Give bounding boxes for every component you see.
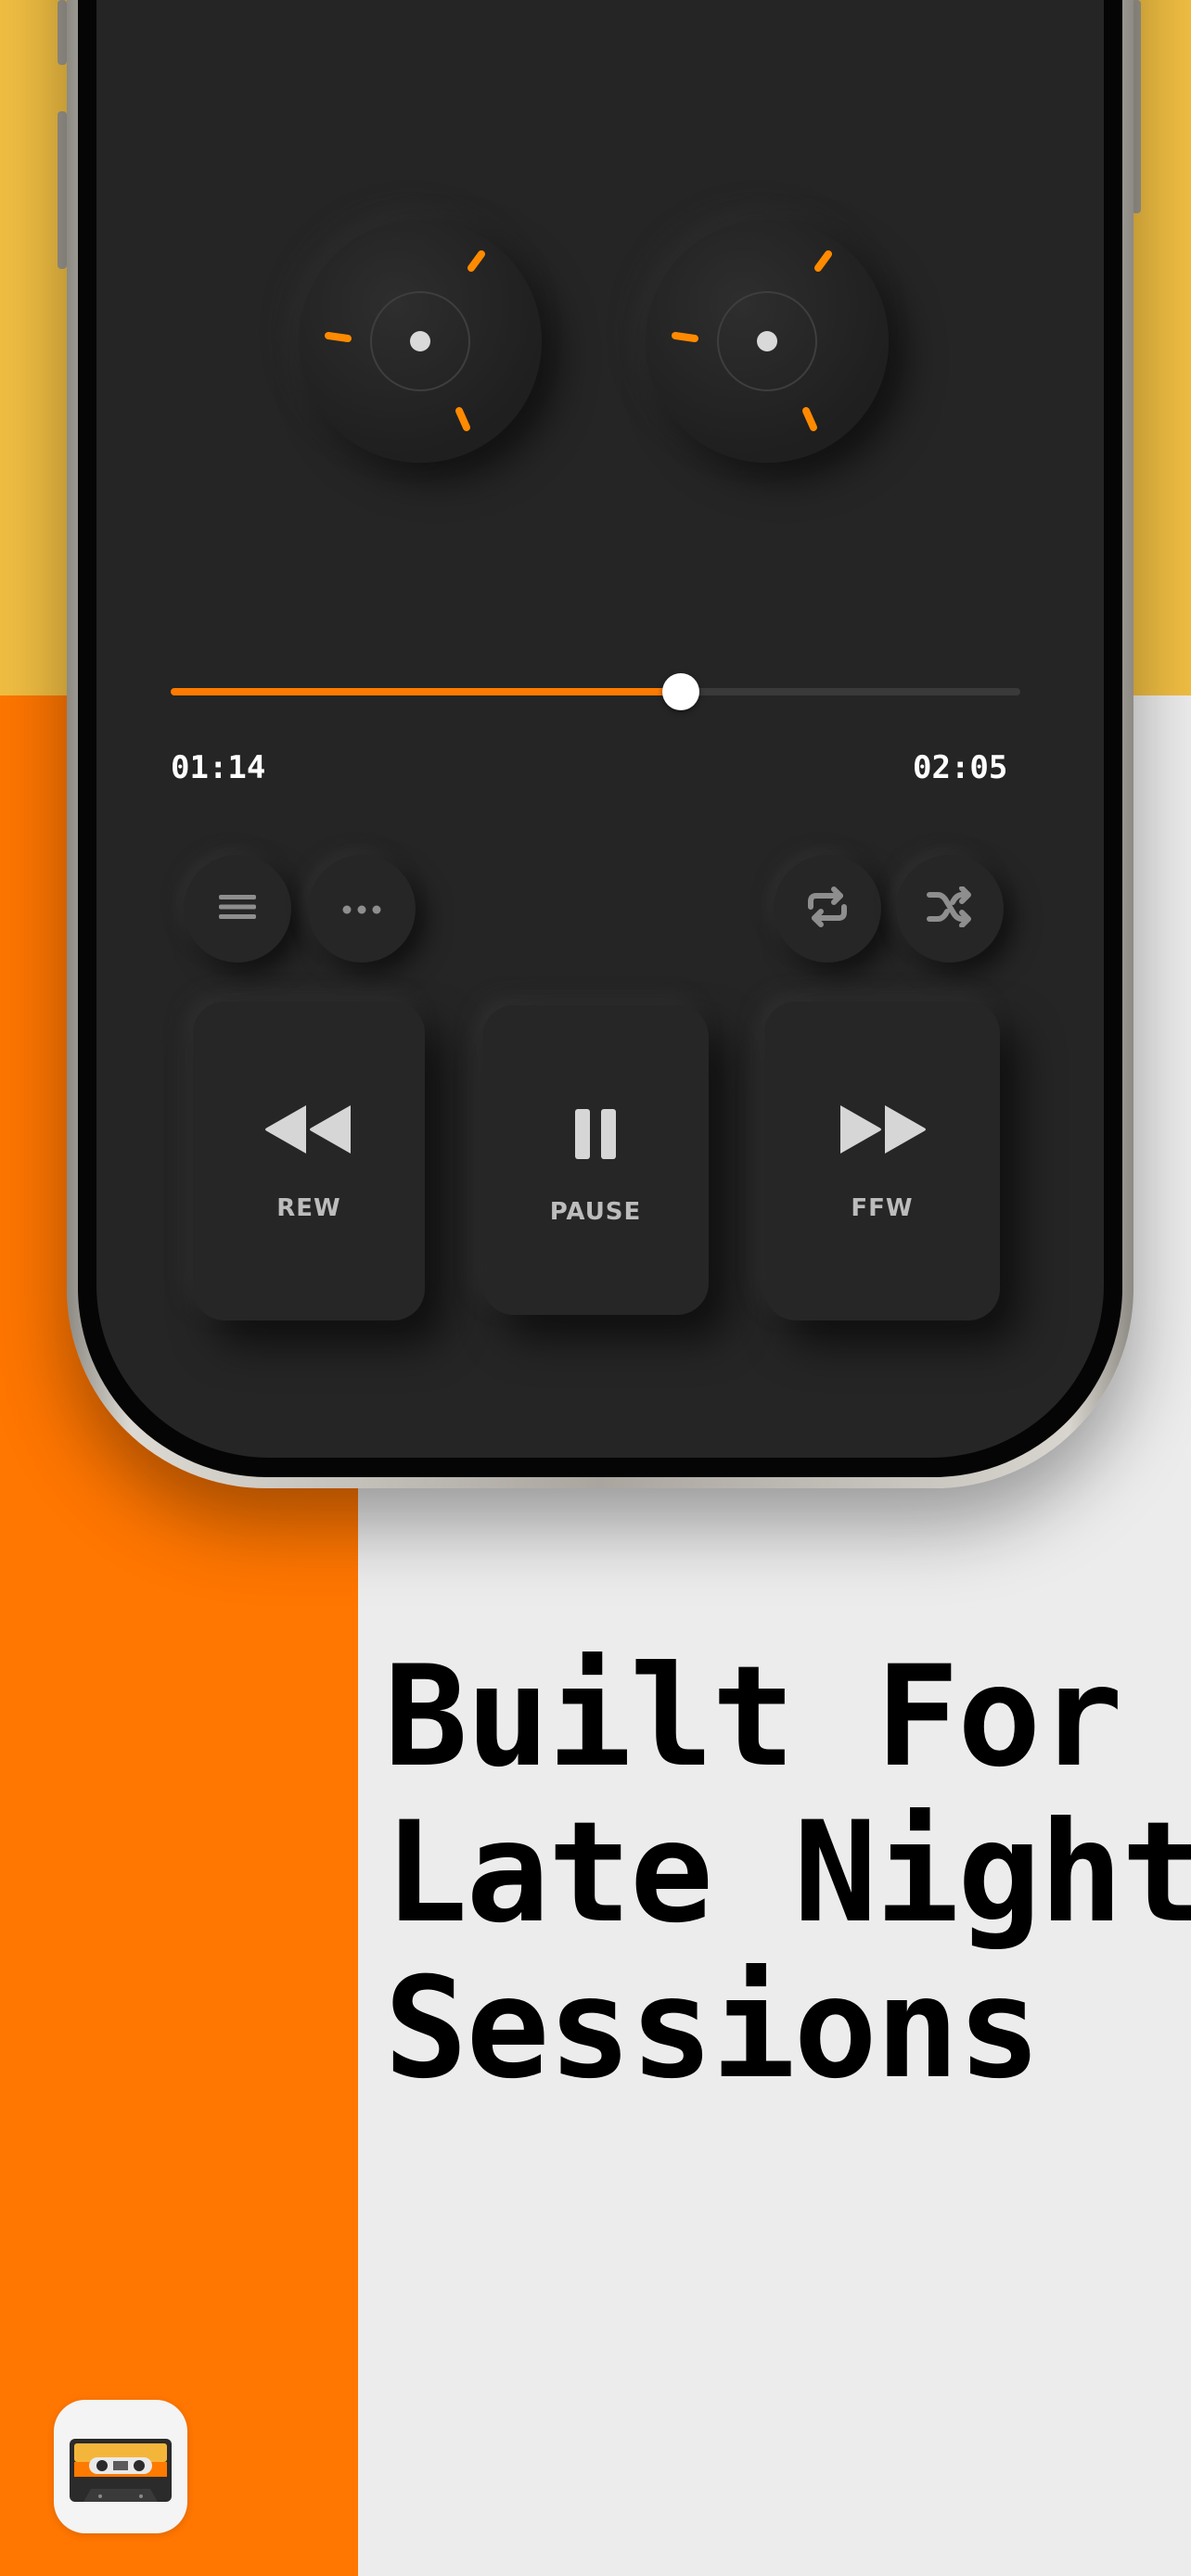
- pause-button[interactable]: PAUSE: [482, 1005, 709, 1315]
- pause-label: PAUSE: [549, 1198, 642, 1226]
- headline: Built For Late Night Sessions: [384, 1639, 1191, 2107]
- cassette-icon: [70, 2439, 172, 2502]
- fast-forward-button[interactable]: FFW: [764, 1001, 1000, 1320]
- rewind-button[interactable]: REW: [193, 1001, 425, 1320]
- player-screen: 01:14 02:05 REW PAUSE FFW: [96, 0, 1104, 1458]
- headline-line-2: Late Night: [384, 1792, 1191, 1954]
- pause-icon: [482, 1107, 709, 1163]
- rewind-icon: [193, 1103, 425, 1159]
- headline-line-3: Sessions: [384, 1948, 1041, 2110]
- phone-side-button: [58, 0, 67, 65]
- rewind-label: REW: [276, 1194, 341, 1222]
- fast-forward-label: FFW: [851, 1194, 914, 1222]
- fast-forward-icon: [764, 1103, 1000, 1159]
- headline-line-1: Built For: [384, 1637, 1123, 1798]
- app-icon: [54, 2400, 187, 2533]
- phone-side-button: [58, 111, 67, 269]
